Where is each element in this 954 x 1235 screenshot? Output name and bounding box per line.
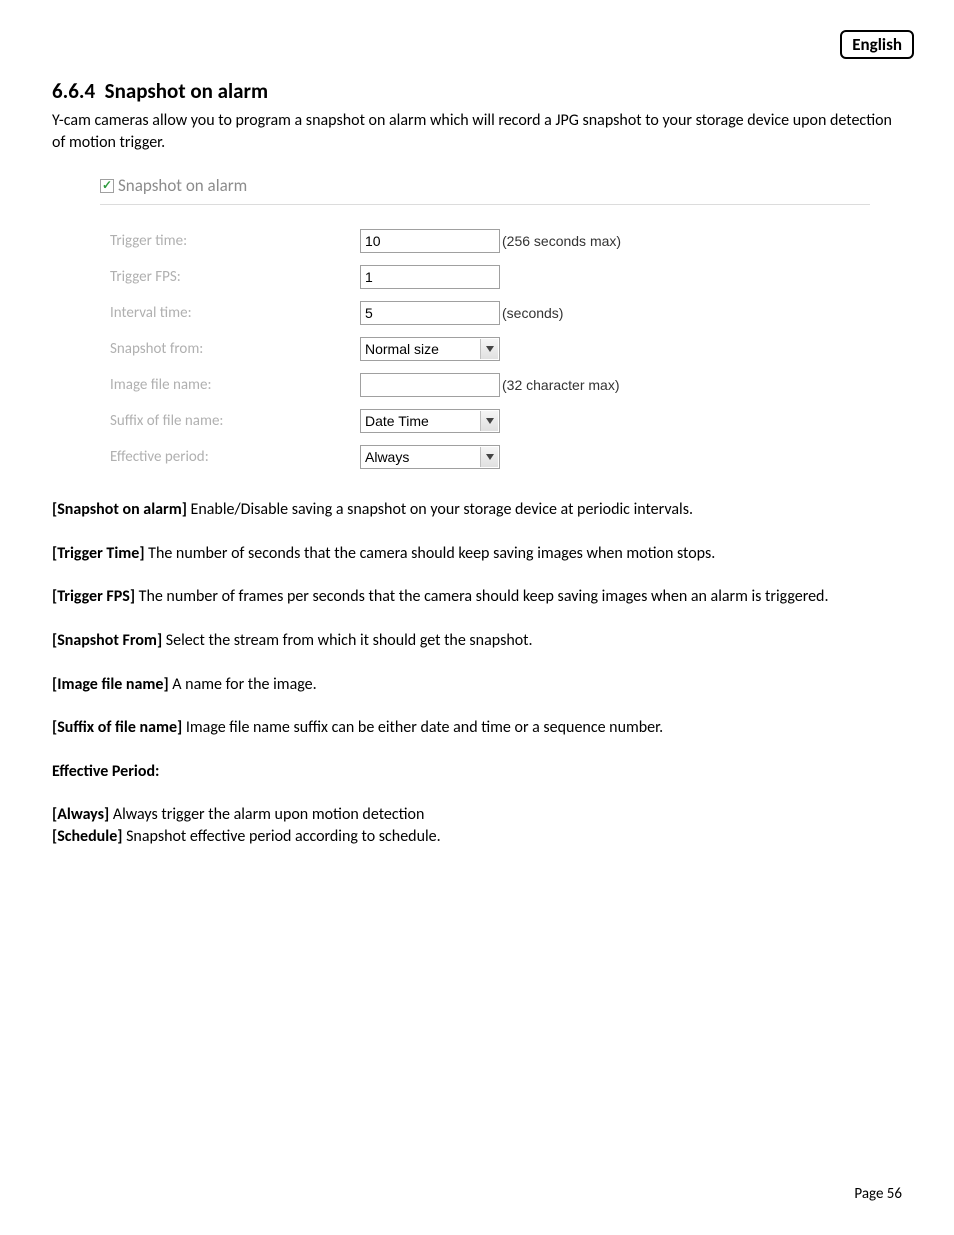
row-trigger-time: Trigger time: (256 seconds max) xyxy=(100,229,870,253)
effective-period-value: Always xyxy=(365,449,409,465)
dropdown-icon xyxy=(480,447,498,467)
suffix-trigger-time: (256 seconds max) xyxy=(502,233,621,249)
suffix-interval-time: (seconds) xyxy=(502,305,563,321)
dropdown-icon xyxy=(480,411,498,431)
suffix-file-name-value: Date Time xyxy=(365,413,429,429)
definitions-block: [Snapshot on alarm] Enable/Disable savin… xyxy=(52,499,902,847)
row-effective-period: Effective period: Always xyxy=(100,445,870,469)
snapshot-settings-panel: ✓ Snapshot on alarm Trigger time: (256 s… xyxy=(100,171,870,469)
row-suffix-file-name: Suffix of file name: Date Time xyxy=(100,409,870,433)
def-schedule: [Schedule] Snapshot effective period acc… xyxy=(52,826,902,848)
section-title-text: Snapshot on alarm xyxy=(105,78,268,104)
def-always: [Always] Always trigger the alarm upon m… xyxy=(52,804,902,826)
snapshot-from-value: Normal size xyxy=(365,341,439,357)
label-interval-time: Interval time: xyxy=(110,304,360,322)
label-effective-period: Effective period: xyxy=(110,448,360,466)
def-image-file-name: [Image file name] A name for the image. xyxy=(52,674,902,696)
snapshot-from-select[interactable]: Normal size xyxy=(360,337,500,361)
page-number: Page 56 xyxy=(854,1185,902,1203)
section-number: 6.6.4 xyxy=(52,78,95,104)
def-suffix-file-name: [Suffix of file name] Image file name su… xyxy=(52,717,902,739)
dropdown-icon xyxy=(480,339,498,359)
image-file-name-input[interactable] xyxy=(360,373,500,397)
label-suffix-file-name: Suffix of file name: xyxy=(110,412,360,430)
row-image-file-name: Image file name: (32 character max) xyxy=(100,373,870,397)
effective-period-select[interactable]: Always xyxy=(360,445,500,469)
trigger-fps-input[interactable] xyxy=(360,265,500,289)
effective-period-heading: Effective Period: xyxy=(52,761,902,783)
row-trigger-fps: Trigger FPS: xyxy=(100,265,870,289)
trigger-time-input[interactable] xyxy=(360,229,500,253)
label-image-file-name: Image file name: xyxy=(110,376,360,394)
suffix-image-file-name: (32 character max) xyxy=(502,377,619,393)
intro-paragraph: Y-cam cameras allow you to program a sna… xyxy=(52,110,902,153)
label-trigger-fps: Trigger FPS: xyxy=(110,268,360,286)
row-interval-time: Interval time: (seconds) xyxy=(100,301,870,325)
def-snapshot-on-alarm: [Snapshot on alarm] Enable/Disable savin… xyxy=(52,499,902,521)
suffix-file-name-select[interactable]: Date Time xyxy=(360,409,500,433)
label-trigger-time: Trigger time: xyxy=(110,232,360,250)
label-snapshot-from: Snapshot from: xyxy=(110,340,360,358)
def-trigger-fps: [Trigger FPS] The number of frames per s… xyxy=(52,586,902,608)
def-snapshot-from: [Snapshot From] Select the stream from w… xyxy=(52,630,902,652)
panel-title: Snapshot on alarm xyxy=(118,175,247,196)
section-heading: 6.6.4 Snapshot on alarm xyxy=(52,78,902,104)
def-trigger-time: [Trigger Time] The number of seconds tha… xyxy=(52,543,902,565)
interval-time-input[interactable] xyxy=(360,301,500,325)
snapshot-enable-checkbox[interactable]: ✓ xyxy=(100,179,114,193)
language-badge: English xyxy=(840,30,914,59)
row-snapshot-from: Snapshot from: Normal size xyxy=(100,337,870,361)
panel-header: ✓ Snapshot on alarm xyxy=(100,171,870,205)
